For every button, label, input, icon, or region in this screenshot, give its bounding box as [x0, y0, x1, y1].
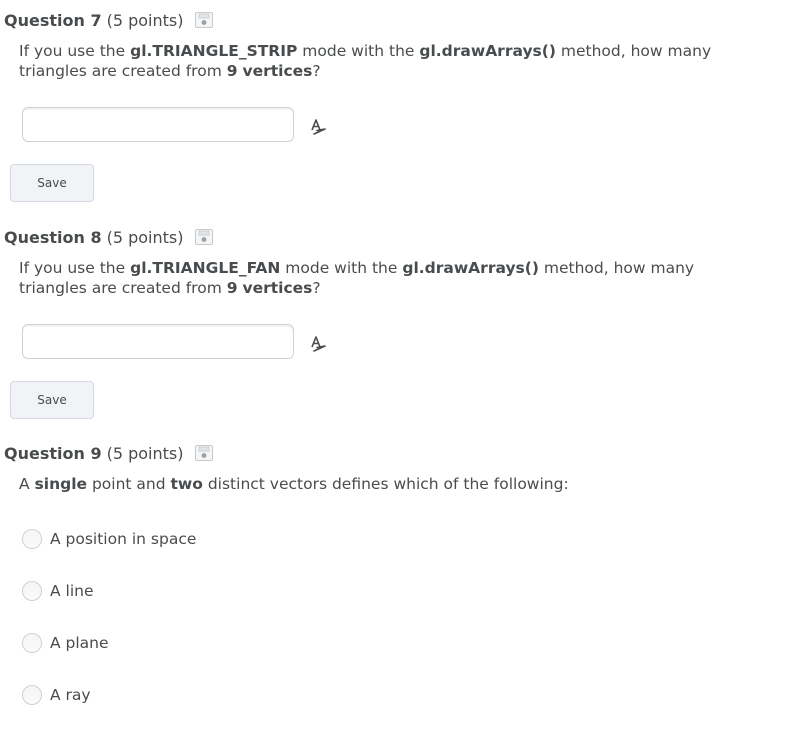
option-ray[interactable]: A ray — [22, 683, 91, 707]
question-title: Question 8 — [4, 227, 102, 247]
option-label: A plane — [50, 634, 109, 652]
question-header: Question 8 (5 points) — [4, 226, 183, 248]
option-line[interactable]: A line — [22, 579, 94, 603]
option-label: A position in space — [50, 530, 197, 548]
question-title: Question 9 — [4, 443, 102, 463]
option-plane[interactable]: A plane — [22, 631, 109, 655]
floppy-disk-icon — [195, 445, 213, 461]
save-button[interactable]: Save — [10, 164, 94, 202]
save-button[interactable]: Save — [10, 381, 94, 419]
question-header: Question 9 (5 points) — [4, 442, 183, 464]
radio-button[interactable] — [22, 633, 42, 653]
answer-input[interactable] — [22, 324, 294, 359]
question-header: Question 7 (5 points) — [4, 9, 183, 31]
question-points: (5 points) — [106, 443, 184, 463]
spell-check-icon[interactable] — [309, 334, 329, 354]
spell-check-icon[interactable] — [309, 117, 329, 137]
question-text: If you use the gl.TRIANGLE_FAN mode with… — [19, 259, 695, 297]
floppy-disk-icon — [195, 229, 213, 245]
question-text: A single point and two distinct vectors … — [19, 475, 569, 493]
option-label: A line — [50, 582, 94, 600]
question-points: (5 points) — [106, 227, 184, 247]
radio-button[interactable] — [22, 685, 42, 705]
option-position-in-space[interactable]: A position in space — [22, 527, 196, 551]
floppy-disk-icon — [195, 12, 213, 28]
question-points: (5 points) — [106, 10, 184, 30]
radio-button[interactable] — [22, 581, 42, 601]
option-label: A ray — [50, 686, 91, 704]
answer-input[interactable] — [22, 107, 294, 142]
question-title: Question 7 — [4, 10, 102, 30]
radio-button[interactable] — [22, 529, 42, 549]
question-text: If you use the gl.TRIANGLE_STRIP mode wi… — [19, 42, 712, 80]
